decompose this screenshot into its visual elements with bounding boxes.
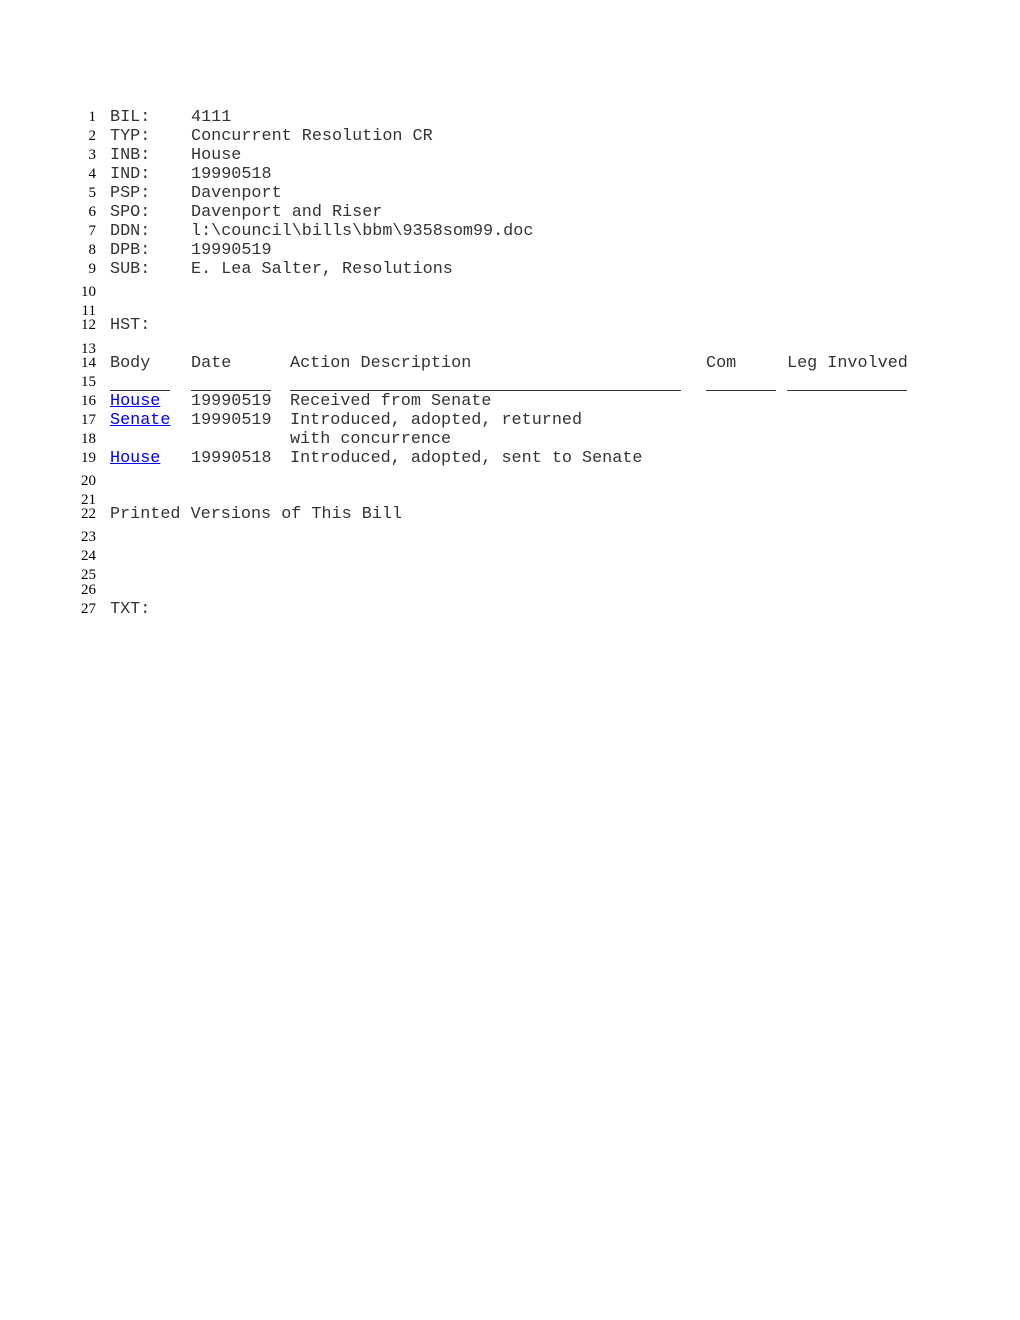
column-header-action: Action Description xyxy=(290,354,472,373)
blank-line: 20 xyxy=(0,472,1020,491)
line-number: 12 xyxy=(81,317,96,333)
action-date: 19990519 xyxy=(191,411,272,430)
field-label-psp: PSP: xyxy=(110,184,151,203)
column-header-com: Com xyxy=(706,354,737,373)
field-value-dpb: 19990519 xyxy=(191,241,272,260)
column-rule-com xyxy=(706,390,776,391)
line-number: 24 xyxy=(81,548,96,564)
line-number: 15 xyxy=(81,374,96,390)
field-label-spo: SPO: xyxy=(110,203,151,222)
field-value-typ: Concurrent Resolution CR xyxy=(191,127,433,146)
line-number: 10 xyxy=(81,284,96,300)
line-number: 17 xyxy=(81,412,96,428)
column-header-leg: Leg Involved xyxy=(787,354,908,373)
body-link-senate[interactable]: Senate xyxy=(110,411,170,430)
line-number: 1 xyxy=(88,109,97,125)
field-line: 7 DDN: l:\council\bills\bbm\9358som99.do… xyxy=(0,222,1020,241)
line-number: 20 xyxy=(81,473,96,489)
field-line: 8 DPB: 19990519 xyxy=(0,241,1020,260)
field-label-typ: TYP: xyxy=(110,127,151,146)
blank-line: 23 xyxy=(0,528,1020,547)
line-number: 3 xyxy=(88,147,97,163)
line-number: 18 xyxy=(81,431,96,447)
column-rule-body xyxy=(110,390,170,391)
line-number: 23 xyxy=(81,529,96,545)
action-date: 19990518 xyxy=(191,449,272,468)
text-section-label: TXT: xyxy=(110,600,151,619)
line-number: 9 xyxy=(88,261,97,277)
blank-line: 26 xyxy=(0,581,1020,600)
action-description: Introduced, adopted, sent to Senate xyxy=(290,449,643,468)
action-description: Introduced, adopted, returned xyxy=(290,411,583,430)
line-number: 6 xyxy=(88,204,97,220)
column-header-date: Date xyxy=(191,354,232,373)
field-value-bil: 4111 xyxy=(191,108,232,127)
history-heading-line: 12 HST: xyxy=(0,316,1020,335)
field-label-inb: INB: xyxy=(110,146,151,165)
history-row: 16 House 19990519 Received from Senate xyxy=(0,392,1020,411)
field-line: 3 INB: House xyxy=(0,146,1020,165)
field-value-sub: E. Lea Salter, Resolutions xyxy=(191,260,453,279)
action-date: 19990519 xyxy=(191,392,272,411)
line-number: 19 xyxy=(81,450,96,466)
history-header-row: 14 Body Date Action Description Com Leg … xyxy=(0,354,1020,373)
history-label: HST: xyxy=(110,316,151,335)
line-number: 14 xyxy=(81,355,96,371)
field-label-dpb: DPB: xyxy=(110,241,151,260)
line-number: 8 xyxy=(88,242,97,258)
action-description: Received from Senate xyxy=(290,392,492,411)
line-number: 22 xyxy=(81,506,96,522)
line-number: 27 xyxy=(81,601,96,617)
field-line: 9 SUB: E. Lea Salter, Resolutions xyxy=(0,260,1020,279)
line-number: 2 xyxy=(88,128,97,144)
history-rule-row: 15 xyxy=(0,373,1020,392)
column-header-body: Body xyxy=(110,354,151,373)
field-line: 4 IND: 19990518 xyxy=(0,165,1020,184)
field-value-inb: House xyxy=(191,146,242,165)
field-line: 5 PSP: Davenport xyxy=(0,184,1020,203)
column-rule-date xyxy=(191,390,271,391)
field-value-ind: 19990518 xyxy=(191,165,272,184)
field-label-bil: BIL: xyxy=(110,108,151,127)
text-section-line: 27 TXT: xyxy=(0,600,1020,619)
field-label-sub: SUB: xyxy=(110,260,151,279)
body-link-house[interactable]: House xyxy=(110,449,160,468)
line-number: 7 xyxy=(88,223,97,239)
history-row-continuation: 18 with concurrence xyxy=(0,430,1020,449)
line-number: 16 xyxy=(81,393,96,409)
history-row: 17 Senate 19990519 Introduced, adopted, … xyxy=(0,411,1020,430)
field-line: 2 TYP: Concurrent Resolution CR xyxy=(0,127,1020,146)
line-number: 5 xyxy=(88,185,97,201)
printed-versions-heading: Printed Versions of This Bill xyxy=(110,505,403,524)
blank-line: 24 xyxy=(0,547,1020,566)
printed-versions-line: 22 Printed Versions of This Bill xyxy=(0,505,1020,524)
field-label-ddn: DDN: xyxy=(110,222,151,241)
field-line: 1 BIL: 4111 xyxy=(0,108,1020,127)
column-rule-leg xyxy=(787,390,907,391)
action-description: with concurrence xyxy=(290,430,452,449)
field-label-ind: IND: xyxy=(110,165,151,184)
body-link-house[interactable]: House xyxy=(110,392,160,411)
field-value-ddn: l:\council\bills\bbm\9358som99.doc xyxy=(191,222,534,241)
field-value-spo: Davenport and Riser xyxy=(191,203,383,222)
column-rule-action xyxy=(290,390,681,391)
field-line: 6 SPO: Davenport and Riser xyxy=(0,203,1020,222)
blank-line: 10 xyxy=(0,283,1020,302)
line-number: 26 xyxy=(81,582,96,598)
line-number: 4 xyxy=(88,166,97,182)
field-value-psp: Davenport xyxy=(191,184,282,203)
history-row: 19 House 19990518 Introduced, adopted, s… xyxy=(0,449,1020,468)
